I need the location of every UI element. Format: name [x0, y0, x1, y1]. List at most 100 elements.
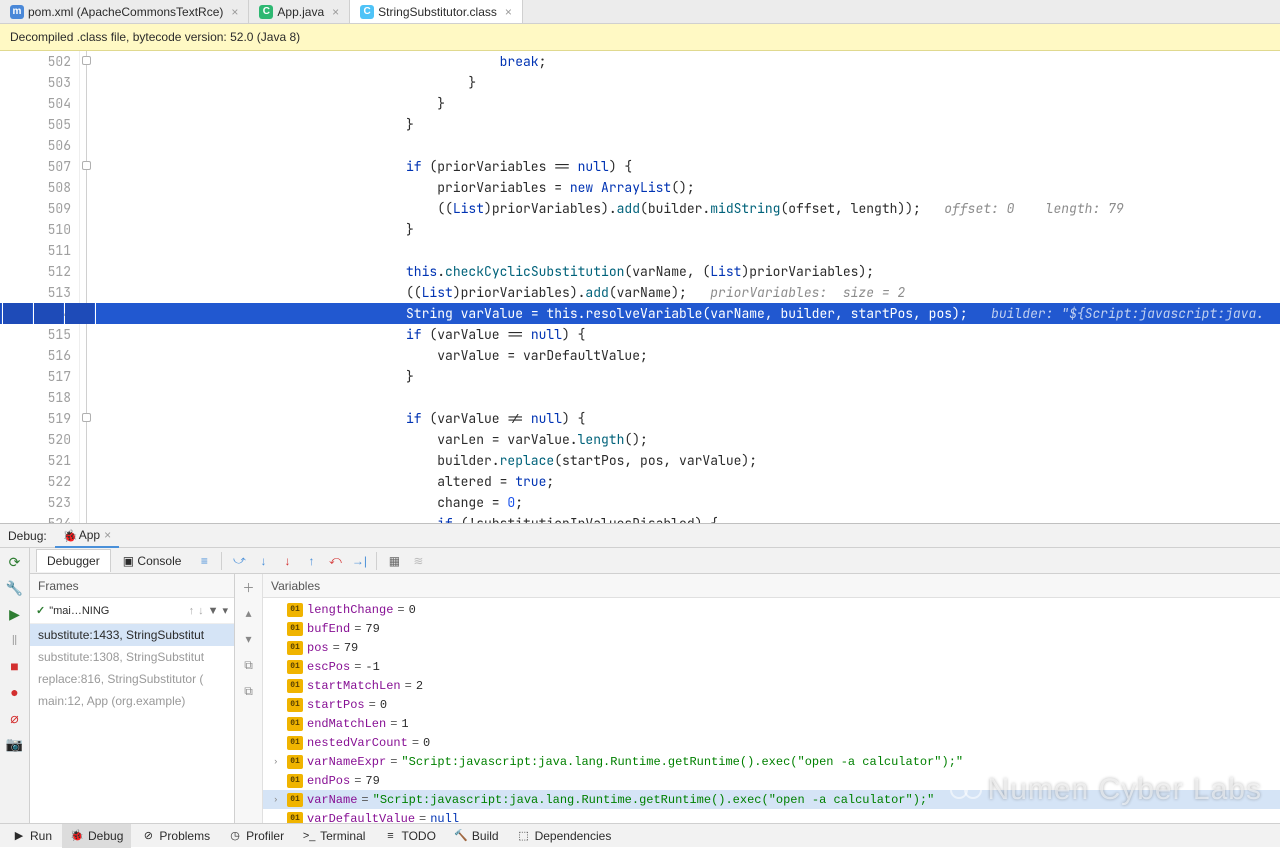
drop-frame-button[interactable]: ⤺ — [324, 550, 346, 572]
down-button[interactable]: ▾ — [240, 630, 258, 648]
code-line[interactable]: if (varValue != null) { — [96, 408, 1280, 429]
debug-body: Frames ✓ "mai…NING ↑ ↓ ▼ ▾ substitute:14… — [30, 574, 1280, 823]
frames-title: Frames — [30, 574, 234, 598]
stop-button[interactable]: ■ — [5, 656, 25, 676]
step-out-button[interactable]: ↑ — [300, 550, 322, 572]
variables-list[interactable]: 01 lengthChange = 001 bufEnd = 7901 pos … — [263, 598, 1280, 823]
variable-row[interactable]: 01 varDefaultValue = null — [263, 809, 1280, 823]
add-watch-button[interactable]: ＋ — [240, 578, 258, 596]
close-icon[interactable]: × — [505, 5, 512, 19]
filter-button[interactable]: ▼ — [208, 605, 219, 617]
code-line[interactable]: ((List)priorVariables).add(builder.midSt… — [96, 198, 1280, 219]
frame-item[interactable]: replace:816, StringSubstitutor ( — [30, 668, 234, 690]
build-icon: 🔨 — [454, 829, 468, 843]
code-editor[interactable]: 5025035045055065075085095105115125135145… — [0, 51, 1280, 523]
rerun-button[interactable]: ⟳ — [5, 552, 25, 572]
variable-row[interactable]: 01 endMatchLen = 1 — [263, 714, 1280, 733]
code-line[interactable]: } — [96, 219, 1280, 240]
code-line[interactable]: ((List)priorVariables).add(varName); pri… — [96, 282, 1280, 303]
next-frame-button[interactable]: ↓ — [198, 605, 204, 617]
bottom-tool-bar: ▶Run🐞Debug⊘Problems◷Profiler>_Terminal≡T… — [0, 823, 1280, 847]
tool-window-run[interactable]: ▶Run — [4, 824, 60, 848]
variable-row[interactable]: 01 endPos = 79 — [263, 771, 1280, 790]
variable-row[interactable]: 01 nestedVarCount = 0 — [263, 733, 1280, 752]
code-line[interactable]: this.checkCyclicSubstitution(varName, (L… — [96, 261, 1280, 282]
java-icon: C — [259, 5, 273, 19]
tool-window-debug[interactable]: 🐞Debug — [62, 824, 131, 848]
settings-button[interactable]: 🔧 — [5, 578, 25, 598]
code-line[interactable]: if (varValue == null) { — [96, 324, 1280, 345]
code-content[interactable]: break; } }} if (priorVariables == null) {… — [96, 51, 1280, 523]
debugger-tab[interactable]: Debugger — [36, 549, 111, 572]
variable-row[interactable]: 01 startMatchLen = 2 — [263, 676, 1280, 695]
console-tab[interactable]: ▣ Console — [113, 550, 192, 572]
code-line[interactable]: varValue = varDefaultValue; — [96, 345, 1280, 366]
run-to-cursor-button[interactable]: →| — [348, 550, 370, 572]
problems-icon: ⊘ — [141, 829, 155, 843]
trace-button[interactable]: ≋ — [407, 550, 429, 572]
tool-window-problems[interactable]: ⊘Problems — [133, 824, 218, 848]
fold-bar[interactable] — [80, 51, 96, 523]
code-line[interactable]: builder.replace(startPos, pos, varValue)… — [96, 450, 1280, 471]
debug-config-tab[interactable]: 🐞 App × — [55, 524, 119, 548]
code-line[interactable]: if (priorVariables == null) { — [96, 156, 1280, 177]
code-line[interactable]: } — [96, 72, 1280, 93]
tool-window-todo[interactable]: ≡TODO — [375, 824, 443, 848]
variable-row[interactable]: 01 escPos = -1 — [263, 657, 1280, 676]
variables-title: Variables — [263, 574, 1280, 598]
tab-app[interactable]: C App.java × — [249, 0, 350, 23]
code-line[interactable]: change = 0; — [96, 492, 1280, 513]
code-line[interactable]: } — [96, 114, 1280, 135]
tab-pom[interactable]: m pom.xml (ApacheCommonsTextRce) × — [0, 0, 249, 23]
dependencies-icon: ⬚ — [517, 829, 531, 843]
view-breakpoints-button[interactable]: ● — [5, 682, 25, 702]
threads-button[interactable]: ≡ — [193, 550, 215, 572]
step-over-button[interactable]: ⤻ — [228, 550, 250, 572]
variable-row[interactable]: ›01 varNameExpr = "Script:javascript:jav… — [263, 752, 1280, 771]
force-step-into-button[interactable]: ↓ — [276, 550, 298, 572]
code-line[interactable] — [96, 387, 1280, 408]
variable-row[interactable]: 01 lengthChange = 0 — [263, 600, 1280, 619]
code-line[interactable]: priorVariables = new ArrayList(); — [96, 177, 1280, 198]
thread-selector[interactable]: "mai…NING — [49, 605, 184, 617]
code-line[interactable] — [96, 135, 1280, 156]
step-into-button[interactable]: ↓ — [252, 550, 274, 572]
code-line[interactable]: } — [96, 93, 1280, 114]
maven-icon: m — [10, 5, 24, 19]
variable-row[interactable]: 01 startPos = 0 — [263, 695, 1280, 714]
dropdown-icon[interactable]: ▾ — [222, 604, 228, 617]
code-line[interactable]: String varValue = this.resolveVariable(v… — [96, 303, 1280, 324]
evaluate-button[interactable]: ▦ — [383, 550, 405, 572]
tab-stringsubstitutor[interactable]: C StringSubstitutor.class × — [350, 0, 523, 23]
tool-window-dependencies[interactable]: ⬚Dependencies — [509, 824, 620, 848]
frame-item[interactable]: substitute:1308, StringSubstitut — [30, 646, 234, 668]
mute-breakpoints-button[interactable]: ⌀ — [5, 708, 25, 728]
code-line[interactable]: altered = true; — [96, 471, 1280, 492]
close-icon[interactable]: × — [104, 528, 111, 542]
copy-button[interactable]: ⧉ — [240, 656, 258, 674]
resume-button[interactable]: ▶ — [5, 604, 25, 624]
close-icon[interactable]: × — [332, 5, 339, 19]
close-icon[interactable]: × — [231, 5, 238, 19]
pause-button[interactable]: ‖ — [5, 630, 25, 650]
camera-button[interactable]: 📷 — [5, 734, 25, 754]
code-line[interactable]: break; — [96, 51, 1280, 72]
code-line[interactable]: if (!substitutionInValuesDisabled) { — [96, 513, 1280, 523]
code-line[interactable]: } — [96, 366, 1280, 387]
tab-label: pom.xml (ApacheCommonsTextRce) — [28, 5, 223, 19]
tool-window-terminal[interactable]: >_Terminal — [294, 824, 373, 848]
frame-item[interactable]: main:12, App (org.example) — [30, 690, 234, 712]
tool-window-build[interactable]: 🔨Build — [446, 824, 507, 848]
link-button[interactable]: ⧉ — [240, 682, 258, 700]
code-line[interactable] — [96, 240, 1280, 261]
variable-row[interactable]: 01 bufEnd = 79 — [263, 619, 1280, 638]
up-button[interactable]: ▴ — [240, 604, 258, 622]
code-line[interactable]: varLen = varValue.length(); — [96, 429, 1280, 450]
frame-item[interactable]: substitute:1433, StringSubstitut — [30, 624, 234, 646]
variable-row[interactable]: ›01 varName = "Script:javascript:java.la… — [263, 790, 1280, 809]
prev-frame-button[interactable]: ↑ — [189, 605, 195, 617]
debug-panel: Debug: 🐞 App × ⟳ 🔧 ▶ ‖ ■ ● ⌀ 📷 Debugger … — [0, 523, 1280, 823]
tool-window-profiler[interactable]: ◷Profiler — [220, 824, 292, 848]
variable-row[interactable]: 01 pos = 79 — [263, 638, 1280, 657]
gutter[interactable]: 5025035045055065075085095105115125135145… — [0, 51, 80, 523]
